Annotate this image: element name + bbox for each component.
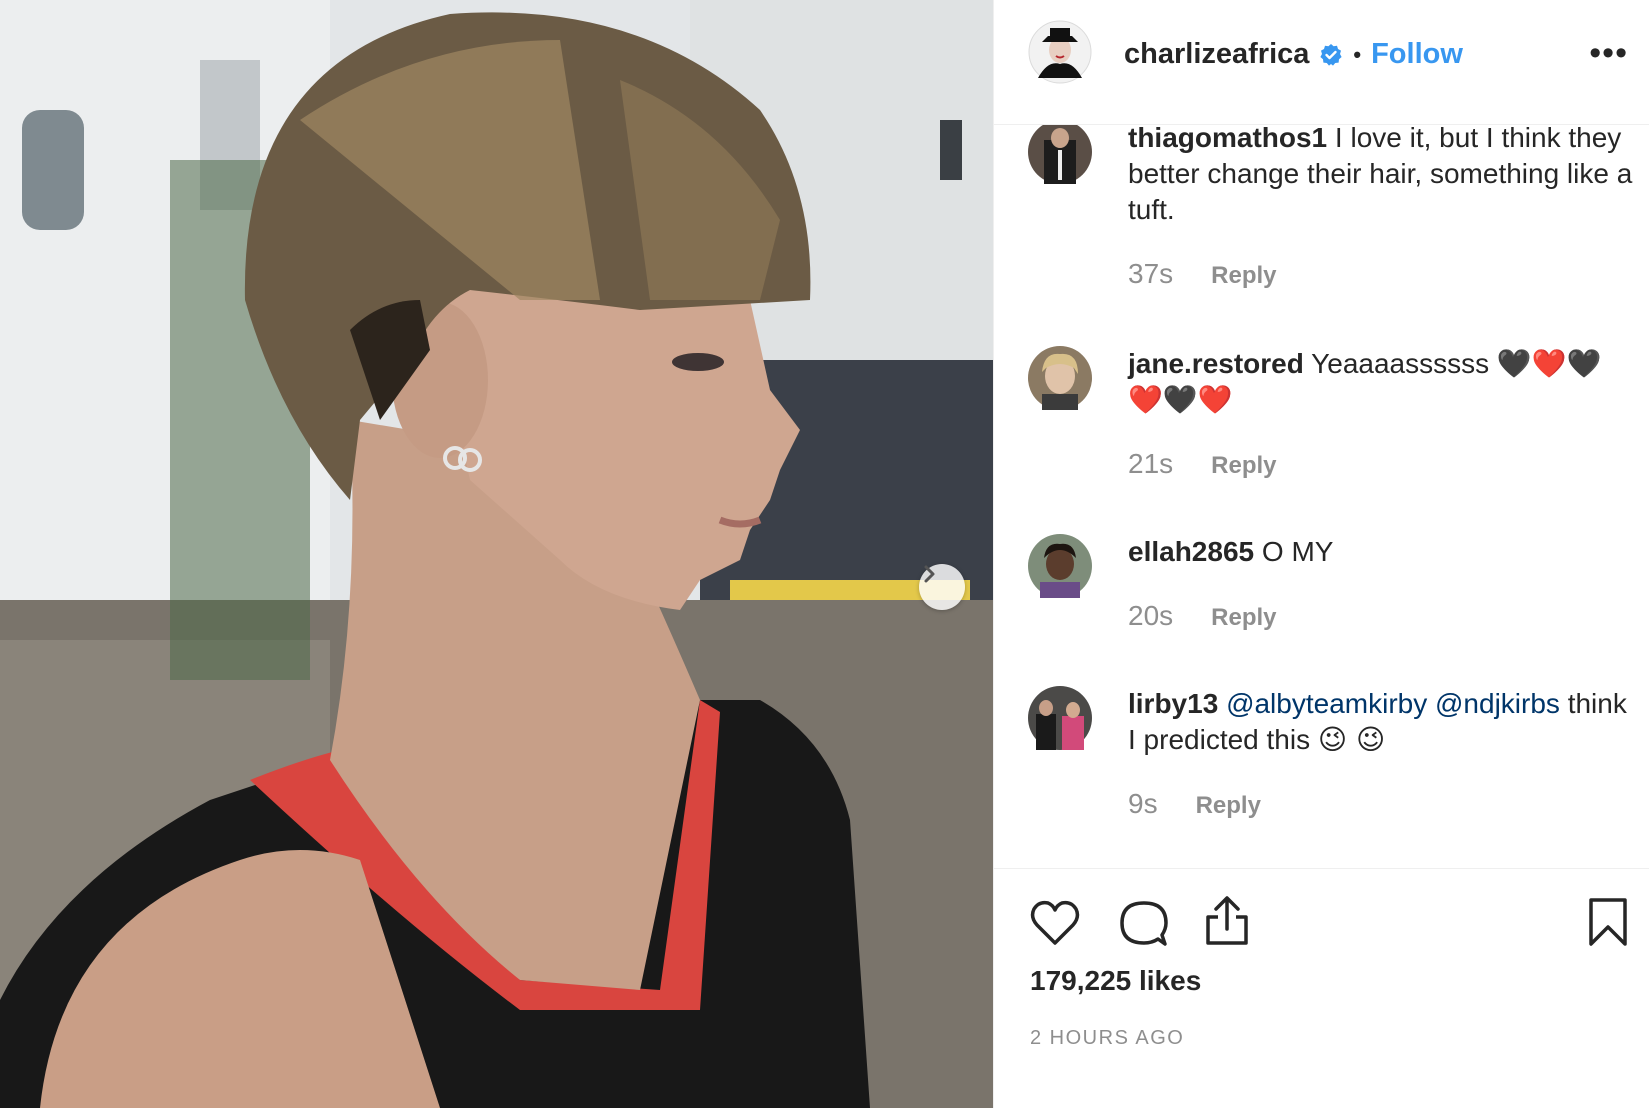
comment-icon[interactable] [1120, 899, 1168, 952]
verified-badge-icon [1319, 43, 1343, 67]
comment-emoji: 😉 😉 [1317, 723, 1386, 756]
comment-text: ellah2865 O MY [1128, 534, 1634, 570]
comment-body: Yeaaaassssss [1311, 348, 1490, 379]
comment-time[interactable]: 9s [1128, 788, 1158, 820]
post-photo [0, 0, 993, 1108]
comment-username[interactable]: jane.restored [1128, 348, 1304, 379]
share-icon[interactable] [1204, 895, 1250, 952]
post-actions: 179,225 likes 2 HOURS AGO [994, 868, 1649, 1109]
comment-text: jane.restored Yeaaaassssss 🖤❤️🖤 ❤️🖤❤️ [1128, 346, 1634, 418]
reply-button[interactable]: Reply [1211, 452, 1276, 480]
more-options-button[interactable]: ••• [1589, 36, 1628, 70]
chevron-right-icon [924, 565, 935, 583]
post-header: charlizeafrica • Follow ••• [994, 0, 1649, 125]
likes-count[interactable]: 179,225 likes [1030, 965, 1201, 997]
separator-dot: • [1353, 41, 1362, 67]
comment-text: lirby13 @albyteamkirby @ndjkirbs think I… [1128, 686, 1634, 758]
comment-time[interactable]: 37s [1128, 258, 1173, 290]
owner-avatar[interactable] [1028, 20, 1092, 89]
heart-icon[interactable] [1030, 899, 1080, 952]
comment-time[interactable]: 20s [1128, 600, 1173, 632]
commenter-avatar[interactable] [1028, 534, 1092, 603]
post-timestamp: 2 HOURS AGO [1030, 1027, 1185, 1049]
portrait-image [0, 0, 993, 1108]
comment-username[interactable]: thiagomathos1 [1128, 124, 1327, 153]
post-side-panel: charlizeafrica • Follow ••• thiagomathos… [993, 0, 1649, 1108]
commenter-avatar[interactable] [1028, 686, 1092, 755]
comment-body: O MY [1261, 536, 1334, 567]
comment-mention[interactable]: @albyteamkirby [1226, 688, 1427, 719]
commenter-avatar[interactable] [1028, 346, 1092, 415]
comment-mention[interactable]: @ndjkirbs [1435, 688, 1560, 719]
comment-time[interactable]: 21s [1128, 448, 1173, 480]
comment-text: thiagomathos1 I love it, but I think the… [1128, 124, 1634, 228]
reply-button[interactable]: Reply [1196, 792, 1261, 820]
comment-username[interactable]: lirby13 [1128, 688, 1218, 719]
comment-meta: 20s Reply [1128, 600, 1277, 632]
comment-meta: 9s Reply [1128, 788, 1261, 820]
comment-meta: 21s Reply [1128, 448, 1277, 480]
owner-line: charlizeafrica • Follow [1124, 38, 1463, 71]
bookmark-icon[interactable] [1588, 897, 1628, 952]
reply-button[interactable]: Reply [1211, 262, 1276, 290]
reply-button[interactable]: Reply [1211, 604, 1276, 632]
commenter-avatar[interactable] [1028, 124, 1092, 189]
owner-username[interactable]: charlizeafrica [1124, 38, 1309, 71]
comments-list: thiagomathos1 I love it, but I think the… [994, 124, 1649, 868]
comment-username[interactable]: ellah2865 [1128, 536, 1254, 567]
next-photo-button[interactable] [919, 564, 965, 610]
comment-meta: 37s Reply [1128, 258, 1277, 290]
follow-button[interactable]: Follow [1371, 38, 1463, 71]
